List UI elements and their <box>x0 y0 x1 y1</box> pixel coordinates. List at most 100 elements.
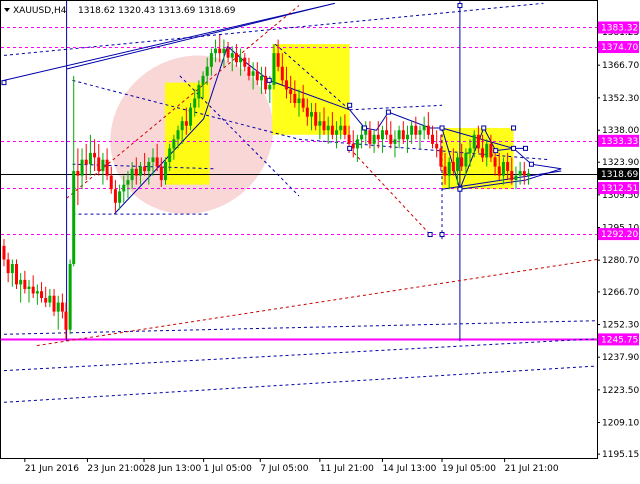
chart-root: 1381.251366.701352.301338.001323.901309.… <box>0 0 640 480</box>
candle-body <box>289 89 293 94</box>
candle-body <box>343 125 347 135</box>
candle-body <box>522 171 526 176</box>
candle-body <box>426 125 430 135</box>
candle-body <box>27 286 31 289</box>
level-label-text: 1374.70 <box>601 43 638 53</box>
candle-body <box>514 175 518 181</box>
candle-body <box>122 184 126 192</box>
candle-body <box>201 75 205 85</box>
candle-body <box>126 180 130 185</box>
candle-body <box>268 84 272 90</box>
candle-body <box>389 134 393 144</box>
candle-body <box>159 166 163 181</box>
candle-body <box>376 134 380 140</box>
candle-body <box>180 121 184 131</box>
y-tick-label: 1366.70 <box>602 61 639 71</box>
candle-body <box>401 130 405 140</box>
candle-body <box>226 48 230 58</box>
level-label: 1374.70 <box>598 41 639 54</box>
candle-body <box>163 161 167 181</box>
y-tick-label: 1195.15 <box>602 450 639 460</box>
y-tick-label: 1266.70 <box>602 288 639 298</box>
candle-body <box>339 125 343 131</box>
candle-body <box>497 166 501 176</box>
candle-body <box>84 159 88 165</box>
candle-body <box>259 75 263 81</box>
candle-body <box>23 279 27 289</box>
candle-body <box>68 264 72 330</box>
candle-body <box>118 191 122 203</box>
candle-body <box>76 171 80 176</box>
candle-body <box>335 130 339 135</box>
level-label-text: 1333.33 <box>601 137 638 147</box>
level-label-text: 1312.51 <box>601 184 638 194</box>
candle-body <box>451 161 455 172</box>
anchor-marker <box>522 145 528 151</box>
candle-body <box>393 139 397 144</box>
candle-body <box>305 107 309 117</box>
y-tick-label: 1237.90 <box>602 353 639 363</box>
chart-svg[interactable]: 1381.251366.701352.301338.001323.901309.… <box>0 0 640 480</box>
candle-body <box>318 121 322 126</box>
x-tick-label: 11 Jul 21:00 <box>320 464 374 474</box>
candle-body <box>431 134 435 144</box>
candle-body <box>368 130 372 144</box>
candle-body <box>435 143 439 149</box>
level-label: 1333.33 <box>598 134 639 147</box>
candle-body <box>322 121 326 131</box>
candle-body <box>31 286 35 294</box>
candle-body <box>364 130 368 135</box>
candle-body <box>14 264 18 285</box>
x-tick-label: 21 Jul 21:00 <box>505 464 559 474</box>
anchor-marker <box>427 232 433 238</box>
candle-body <box>176 130 180 140</box>
candle-body <box>397 130 401 140</box>
candle-body <box>276 53 280 67</box>
candle-body <box>330 125 334 135</box>
candle-body <box>447 161 451 176</box>
candle-body <box>489 143 493 158</box>
chart-header: XAUUSD,H4 1318.62 1320.43 1313.69 1318.6… <box>4 6 236 16</box>
level-label-text: 1292.20 <box>601 230 638 240</box>
candle-body <box>284 80 288 90</box>
candle-body <box>272 53 276 85</box>
anchor-marker <box>481 125 487 131</box>
candle-body <box>48 295 52 303</box>
candle-body <box>130 168 134 181</box>
candle-body <box>422 125 426 131</box>
x-tick-label: 7 Jul 05:00 <box>260 464 309 474</box>
candle-body <box>97 157 101 172</box>
candle-body <box>44 298 48 303</box>
candle-body <box>6 259 10 274</box>
anchor-marker <box>439 232 445 238</box>
candle-body <box>239 57 243 63</box>
candle-body <box>251 71 255 76</box>
candle-body <box>134 168 138 176</box>
candle-body <box>88 152 92 165</box>
candle-body <box>418 130 422 135</box>
anchor-marker <box>385 109 391 115</box>
candle-body <box>485 143 489 158</box>
zone-rect <box>272 44 350 135</box>
y-tick-label: 1223.50 <box>602 386 639 396</box>
candle-body <box>101 159 105 172</box>
candle-body <box>526 173 530 176</box>
candle-body <box>443 166 447 176</box>
candle-body <box>518 171 522 176</box>
y-tick-label: 1209.10 <box>602 418 639 428</box>
candle-body <box>214 48 218 54</box>
level-label: 1292.20 <box>598 228 639 241</box>
symbol-label: XAUUSD,H4 <box>13 6 67 16</box>
candle-body <box>184 121 188 126</box>
candle-body <box>405 134 409 140</box>
candle-body <box>189 107 193 126</box>
candle-body <box>280 66 284 81</box>
candle-body <box>380 130 384 140</box>
anchor-marker <box>347 102 353 108</box>
candle-body <box>230 53 234 58</box>
candle-body <box>310 112 314 117</box>
level-label: 1245.75 <box>598 333 639 346</box>
anchor-marker <box>362 125 368 131</box>
candle-body <box>35 291 39 294</box>
candle-body <box>293 93 297 104</box>
